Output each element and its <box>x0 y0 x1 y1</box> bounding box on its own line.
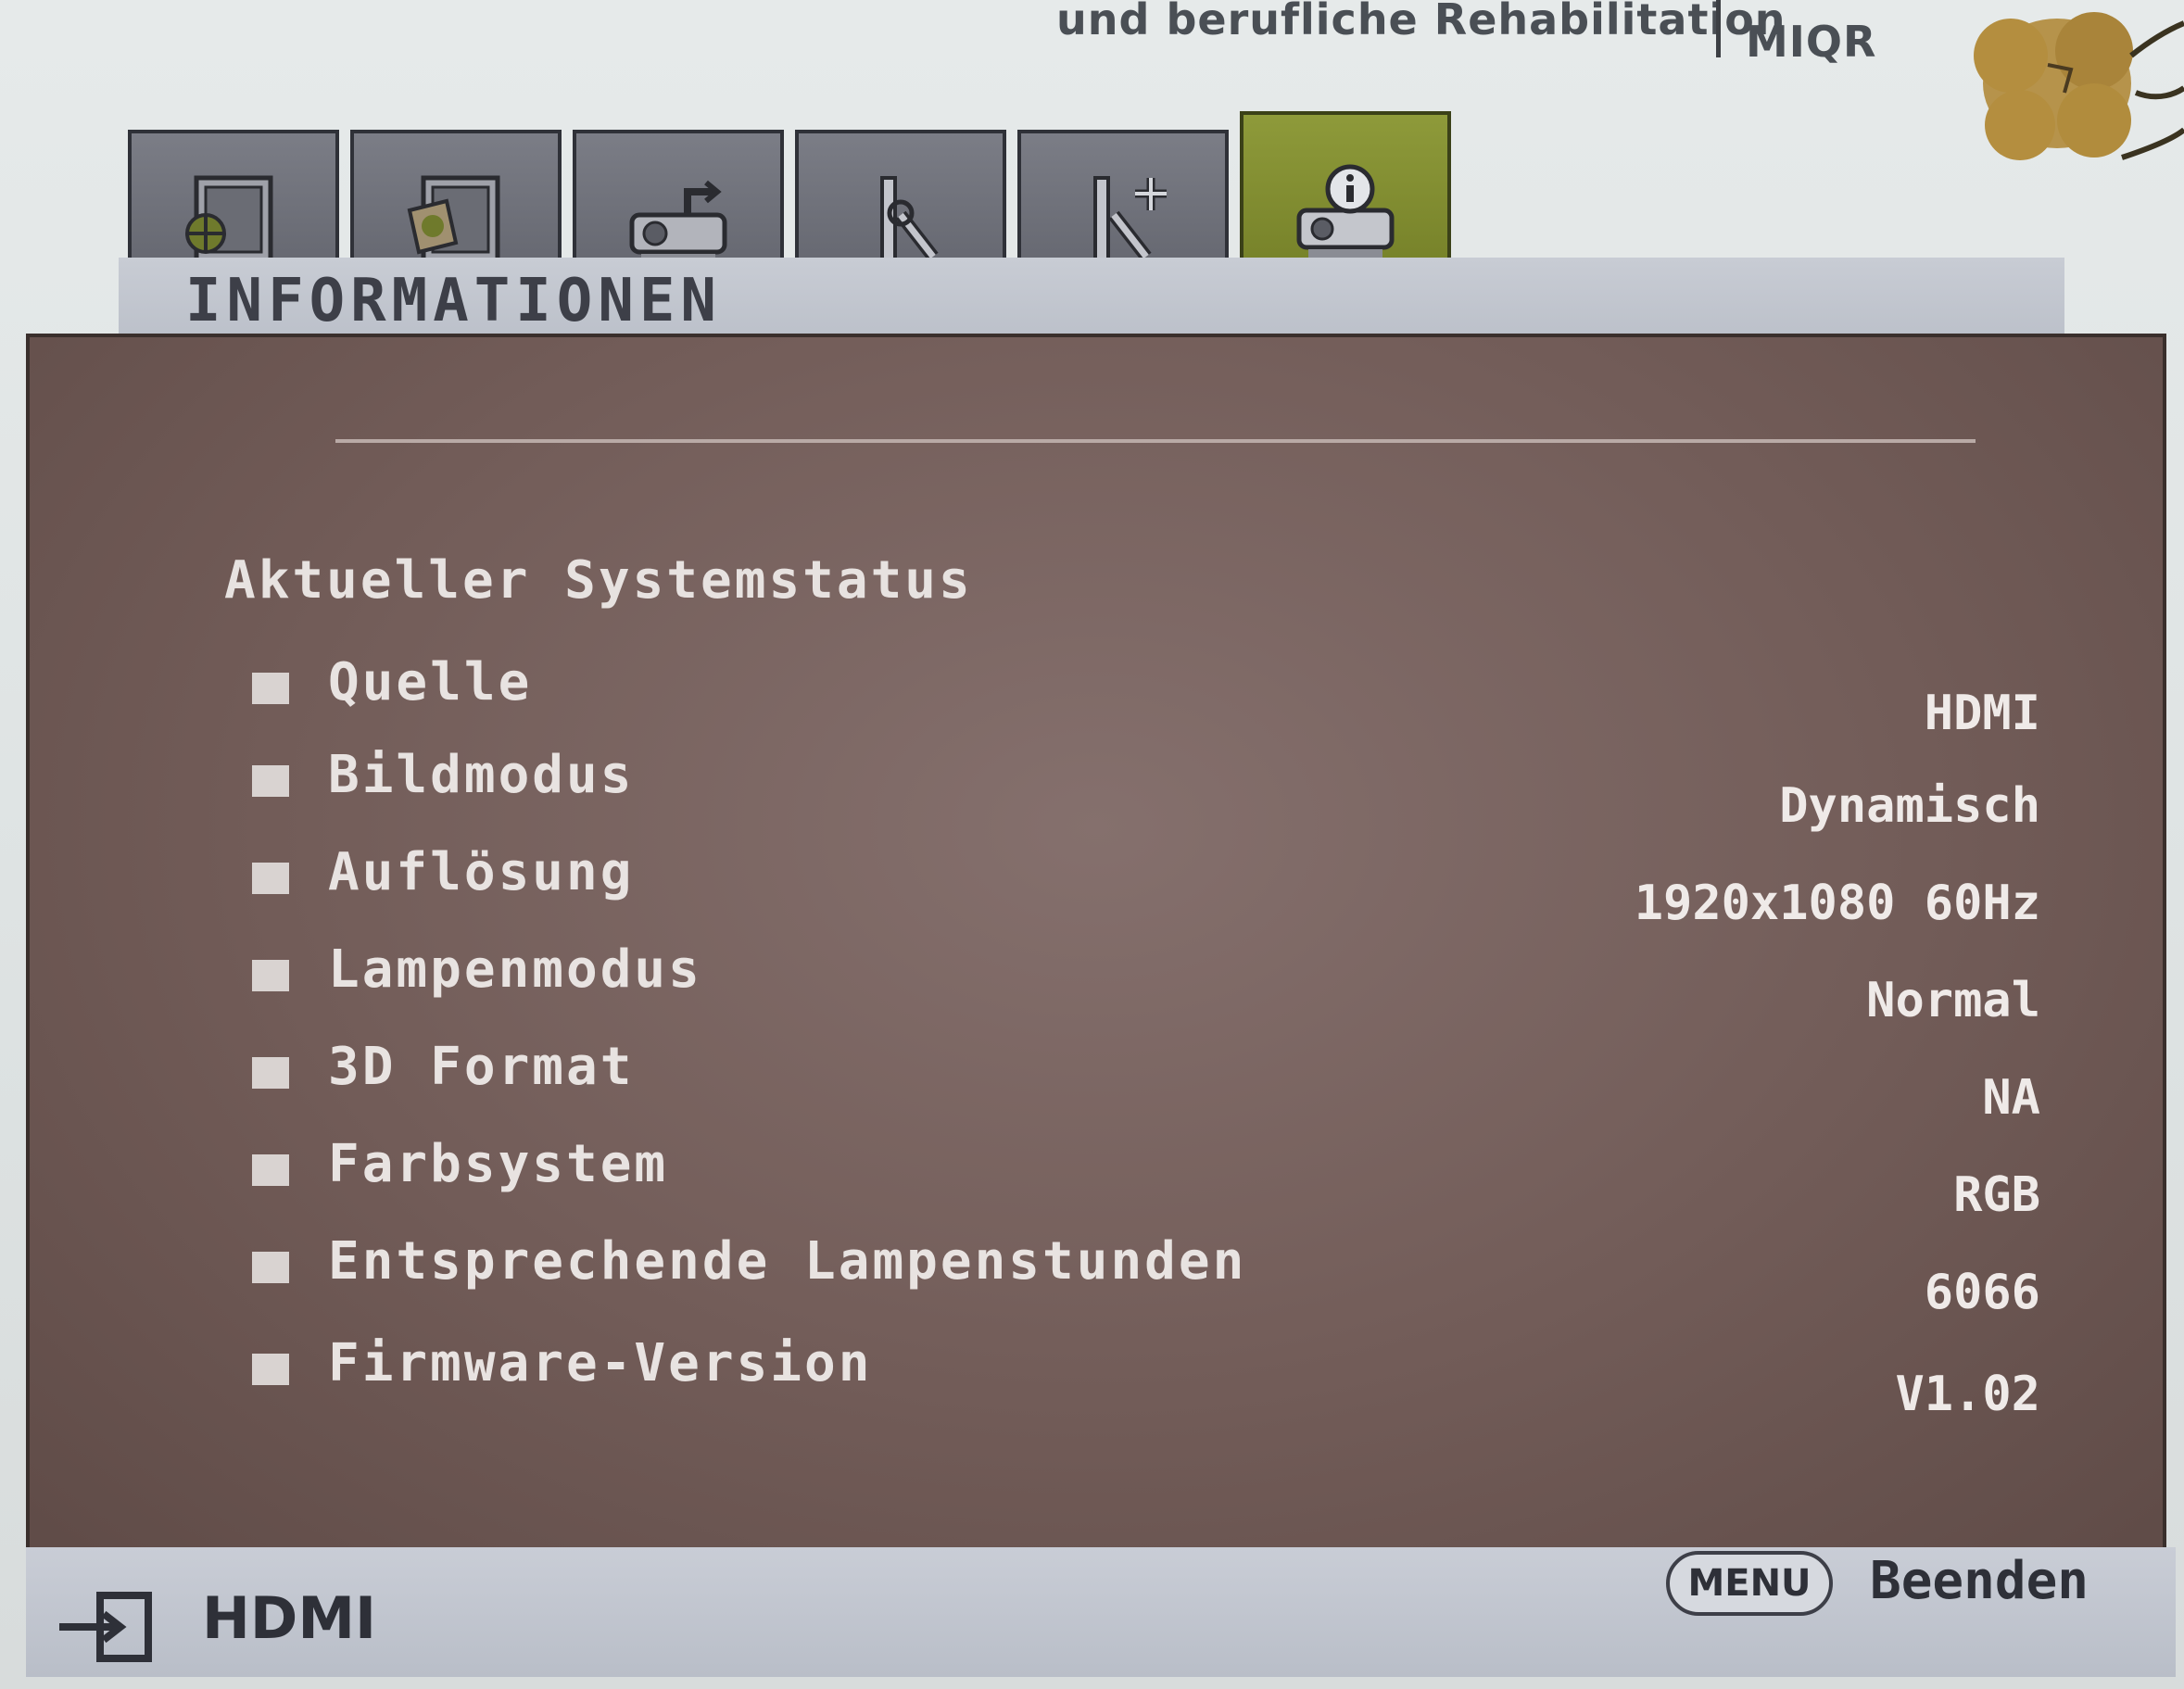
osd-menu-window: INFORMATIONEN Aktueller Systemstatus Que… <box>26 102 2176 1677</box>
input-source-icon <box>59 1592 152 1662</box>
row-value: NA <box>1982 1070 2040 1126</box>
info-panel: Aktueller Systemstatus Quelle HDMI Bildm… <box>26 334 2166 1566</box>
row-value: HDMI <box>1924 686 2040 741</box>
row-value: V1.02 <box>1895 1367 2040 1422</box>
row-label: Bildmodus <box>328 745 635 805</box>
row-value: 6066 <box>1924 1265 2040 1320</box>
divider <box>335 439 1976 443</box>
info-row-color-system: Farbsystem RGB <box>252 1134 2040 1223</box>
bullet-icon <box>252 673 289 704</box>
bullet-icon <box>252 765 289 797</box>
wall-text-right: MIQR <box>1746 17 1877 67</box>
info-row-resolution: Auflösung 1920x1080 60Hz <box>252 842 2040 931</box>
wall-separator <box>1716 0 1721 57</box>
projector-screen: und berufliche Rehabilitation MIQR INFOR… <box>0 0 2184 1689</box>
menu-button[interactable]: MENU <box>1666 1551 1833 1616</box>
info-row-firmware: Firmware-Version V1.02 <box>252 1333 2040 1422</box>
row-label: Entsprechende Lampenstunden <box>328 1231 1247 1292</box>
bullet-icon <box>252 863 289 894</box>
section-title: Aktueller Systemstatus <box>224 550 973 611</box>
footer-bar: HDMI MENU Beenden <box>26 1547 2176 1677</box>
row-label: Firmware-Version <box>328 1333 873 1393</box>
info-row-lamp-hours: Entsprechende Lampenstunden 6066 <box>252 1231 2040 1320</box>
current-source: HDMI <box>202 1584 377 1652</box>
info-row-lamp-mode: Lampenmodus Normal <box>252 939 2040 1028</box>
row-value: Normal <box>1866 973 2040 1028</box>
row-label: Lampenmodus <box>328 939 702 1000</box>
info-row-source: Quelle HDMI <box>252 652 2040 741</box>
row-label: Auflösung <box>328 842 635 902</box>
bullet-icon <box>252 1252 289 1283</box>
bullet-icon <box>252 1057 289 1089</box>
row-value: Dynamisch <box>1779 778 2040 834</box>
bullet-icon <box>252 1154 289 1186</box>
info-projector-icon <box>1296 164 1395 258</box>
row-label: Quelle <box>328 652 533 712</box>
row-label: 3D Format <box>328 1037 635 1097</box>
info-row-3d-format: 3D Format NA <box>252 1037 2040 1126</box>
row-value: RGB <box>1953 1167 2040 1223</box>
info-row-picture-mode: Bildmodus Dynamisch <box>252 745 2040 834</box>
exit-label: Beenden <box>1870 1551 2089 1611</box>
bullet-icon <box>252 1354 289 1385</box>
wall-text-left: und berufliche Rehabilitation <box>1056 0 1786 44</box>
page-title: INFORMATIONEN <box>185 267 722 335</box>
row-value: 1920x1080 60Hz <box>1634 876 2040 931</box>
row-label: Farbsystem <box>328 1134 669 1194</box>
bullet-icon <box>252 960 289 991</box>
